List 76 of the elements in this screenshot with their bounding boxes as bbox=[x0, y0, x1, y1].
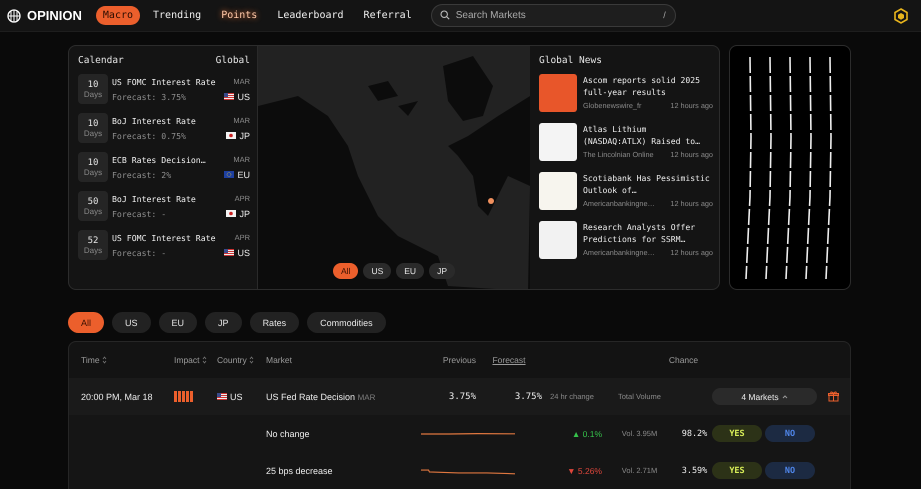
markets-dropdown[interactable]: 4 Markets bbox=[712, 388, 817, 405]
column-header: Chance bbox=[668, 355, 698, 365]
nav-tab[interactable]: Points bbox=[214, 6, 264, 25]
event-title: US FOMC Interest Rate bbox=[112, 76, 217, 86]
filter-chip[interactable]: EU bbox=[158, 312, 198, 333]
news-headline[interactable]: Atlas Lithium (NASDAQ:ATLX) Raised to… bbox=[583, 123, 713, 147]
gift-icon[interactable] bbox=[828, 391, 839, 402]
map-filter-chip[interactable]: EU bbox=[396, 263, 424, 279]
event-forecast: Forecast: - bbox=[112, 208, 168, 218]
nav-tab[interactable]: Referral bbox=[356, 6, 419, 25]
panel-title: Global News bbox=[539, 55, 602, 66]
days-badge: 50 Days bbox=[78, 191, 108, 221]
caret-icon bbox=[782, 394, 788, 398]
days-badge: 10 Days bbox=[78, 113, 108, 143]
cube-icon[interactable] bbox=[893, 8, 909, 24]
change-value: ▼ 5.26% bbox=[567, 466, 602, 476]
map-filter-chip[interactable]: US bbox=[363, 263, 392, 279]
column-header[interactable]: Country bbox=[217, 355, 254, 365]
country-code: US bbox=[237, 248, 250, 258]
map-filter-chip[interactable]: All bbox=[333, 263, 358, 279]
filter-chip[interactable]: US bbox=[112, 312, 151, 333]
location-dot bbox=[488, 198, 494, 204]
country-code: US bbox=[237, 92, 250, 102]
panel-title: Calendar bbox=[78, 55, 124, 66]
sort-icon[interactable] bbox=[248, 356, 254, 364]
outcome-name: No change bbox=[266, 428, 310, 438]
column-header[interactable]: Impact bbox=[174, 355, 207, 365]
nav-tab[interactable]: Trending bbox=[146, 6, 208, 25]
sort-icon[interactable] bbox=[202, 356, 207, 364]
column-header: Market bbox=[266, 355, 292, 365]
days-badge: 10 Days bbox=[78, 152, 108, 182]
country-code: JP bbox=[239, 208, 250, 218]
search-icon bbox=[440, 10, 450, 20]
no-button[interactable]: NO bbox=[765, 462, 815, 479]
nav-tab[interactable]: Macro bbox=[96, 6, 140, 25]
outcome-name: 25 bps decrease bbox=[266, 466, 333, 476]
event-forecast: Forecast: 3.75% bbox=[112, 92, 187, 102]
column-header: Forecast bbox=[492, 355, 526, 365]
event-time: 20:00 PM, Mar 18 bbox=[81, 392, 153, 402]
yes-button[interactable]: YES bbox=[712, 425, 762, 442]
event-title: BoJ Interest Rate bbox=[112, 194, 197, 204]
filter-chip[interactable]: All bbox=[68, 312, 104, 333]
yes-button[interactable]: YES bbox=[712, 462, 762, 479]
chance-value: 98.2% bbox=[682, 428, 708, 438]
nav-tab[interactable]: Leaderboard bbox=[270, 6, 351, 25]
sort-icon[interactable] bbox=[102, 356, 107, 364]
globe-icon bbox=[7, 8, 21, 22]
event-title: ECB Rates Decision… bbox=[112, 154, 207, 164]
event-title: US FOMC Interest Rate bbox=[112, 232, 217, 242]
filter-chip[interactable]: JP bbox=[205, 312, 242, 333]
event-forecast: Forecast: 2% bbox=[112, 170, 172, 180]
event-forecast: Forecast: - bbox=[112, 248, 168, 258]
country-code: EU bbox=[237, 170, 250, 180]
market-name[interactable]: US Fed Rate Decision MAR bbox=[266, 392, 376, 402]
days-badge: 10 Days bbox=[78, 74, 108, 104]
column-header[interactable]: Time bbox=[81, 355, 107, 365]
column-header: Previous bbox=[442, 355, 476, 365]
country-code: JP bbox=[239, 130, 250, 140]
event-forecast: Forecast: 0.75% bbox=[112, 130, 187, 140]
scope-label: Global bbox=[216, 55, 250, 66]
filter-chip[interactable]: Commodities bbox=[307, 312, 386, 333]
event-title: BoJ Interest Rate bbox=[112, 116, 197, 126]
country-code: US bbox=[230, 392, 243, 402]
no-button[interactable]: NO bbox=[765, 425, 815, 442]
news-headline[interactable]: Scotiabank Has Pessimistic Outlook of… bbox=[583, 172, 713, 196]
chance-value: 3.59% bbox=[682, 466, 708, 476]
forecast-value: 3.75% bbox=[514, 392, 542, 402]
shortcut-hint: / bbox=[663, 10, 666, 20]
news-headline[interactable]: Research Analysts Offer Predictions for SSRM… bbox=[583, 221, 713, 245]
news-headline[interactable]: Ascom reports solid 2025 full-year results bbox=[583, 74, 713, 98]
filter-chip[interactable]: Rates bbox=[250, 312, 300, 333]
logo-text: OPINION bbox=[27, 8, 82, 23]
previous-value: 3.75% bbox=[448, 392, 476, 402]
change-value: ▲ 0.1% bbox=[572, 428, 602, 438]
map-filter-chip[interactable]: JP bbox=[429, 263, 455, 279]
days-badge: 52 Days bbox=[78, 230, 108, 260]
